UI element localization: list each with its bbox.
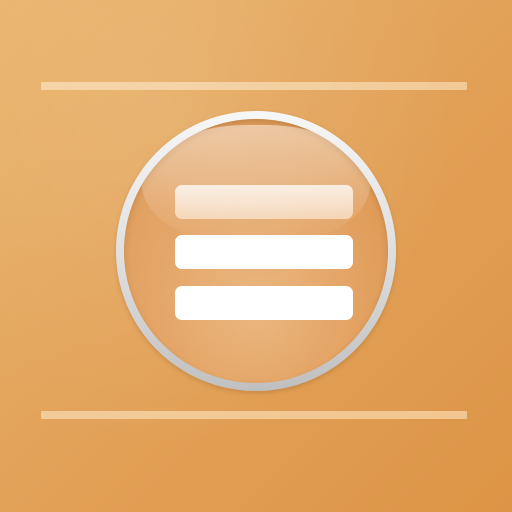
- menu-bar-top: [175, 185, 353, 219]
- top-divider-line: [41, 82, 467, 90]
- menu-bar-bottom: [175, 286, 353, 320]
- menu-app-icon: [0, 0, 512, 512]
- bottom-divider-line: [41, 411, 467, 419]
- menu-bar-middle: [175, 235, 353, 269]
- hamburger-menu-button[interactable]: [116, 111, 396, 391]
- menu-button-face: [124, 119, 388, 383]
